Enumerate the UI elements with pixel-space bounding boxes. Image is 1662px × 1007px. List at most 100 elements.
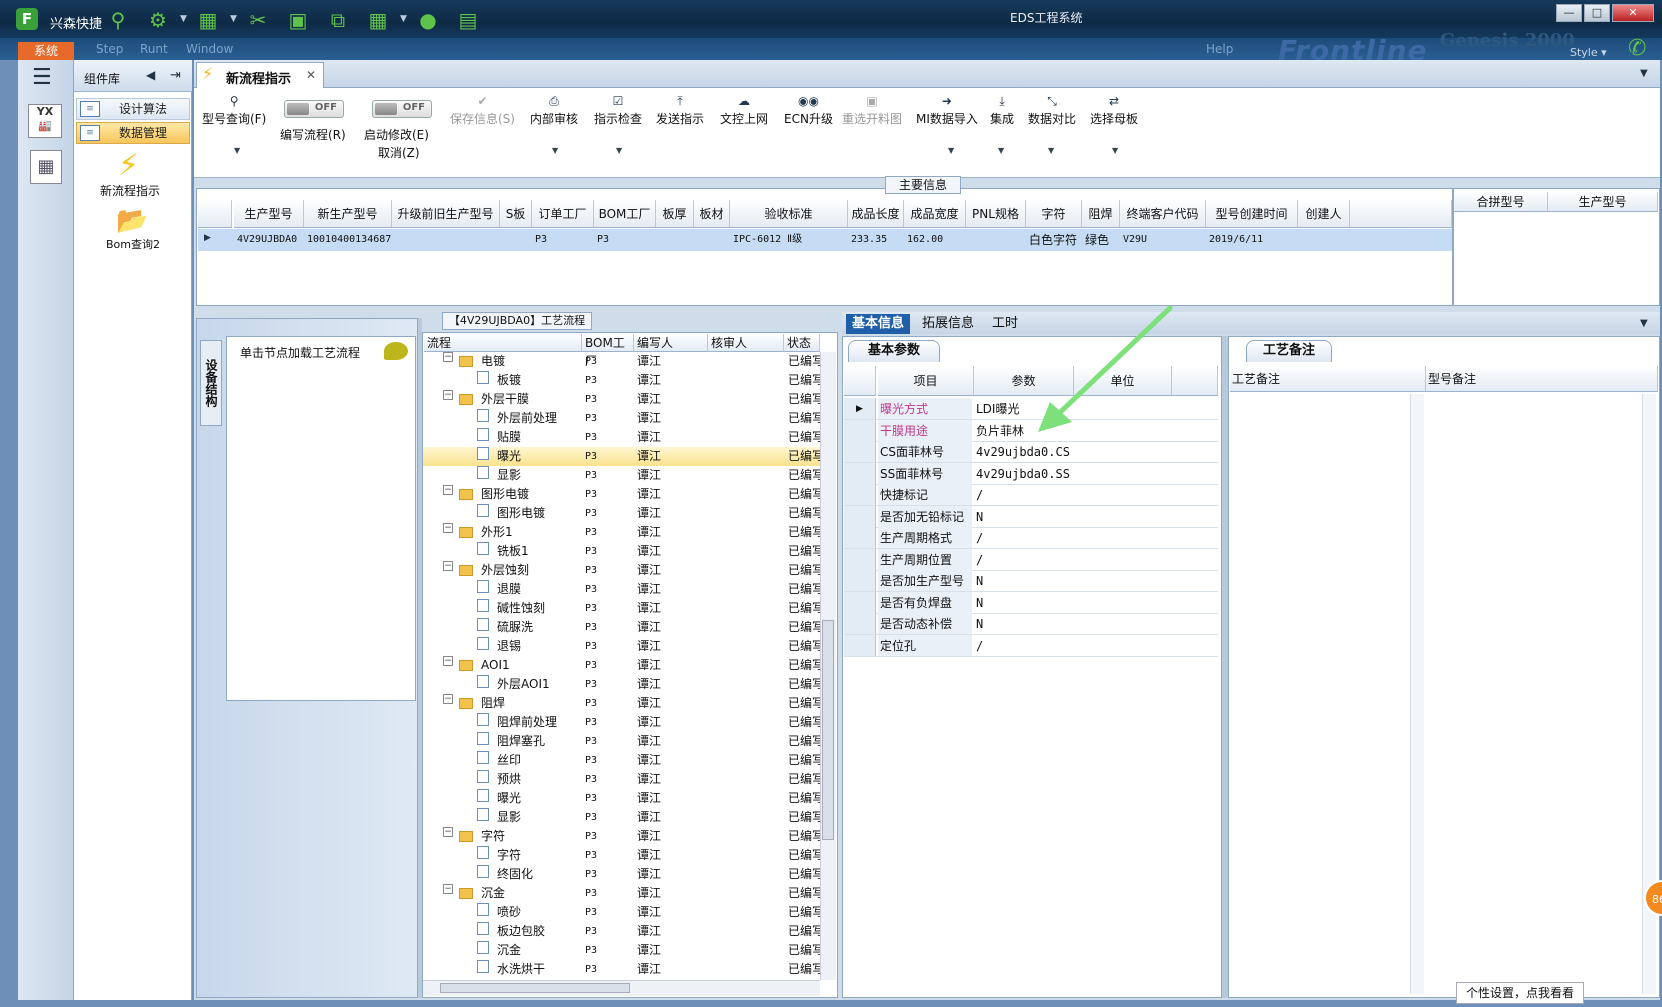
chat-bubble-icon[interactable] <box>384 342 408 360</box>
column-header[interactable]: 终端客户代码 <box>1120 200 1206 228</box>
menu-item-runt[interactable]: Runt <box>140 42 168 56</box>
copy-icon[interactable]: ⧉ <box>326 9 350 31</box>
list-item[interactable]: 丝印 P3 谭江 已编写 <box>423 751 820 770</box>
chevron-down-icon[interactable]: ▼ <box>1112 146 1118 155</box>
edit-flow-toggle[interactable]: OFF <box>284 100 344 118</box>
list-item[interactable]: 阻焊前处理 P3 谭江 已编写 <box>423 713 820 732</box>
list-item[interactable]: 字符 P3 谭江 已编写 <box>423 846 820 865</box>
param-value[interactable]: N <box>976 613 983 635</box>
chevron-down-icon[interactable]: ▼ <box>234 146 240 155</box>
vertical-scrollbar[interactable] <box>1410 394 1424 994</box>
list-item[interactable]: 退膜 P3 谭江 已编写 <box>423 580 820 599</box>
column-header[interactable]: 板材 <box>694 200 730 228</box>
list-item[interactable]: 贴膜 P3 谭江 已编写 <box>423 428 820 447</box>
table-row[interactable]: 生产周期格式 / <box>844 527 1218 549</box>
column-header[interactable]: 阻焊 <box>1082 200 1120 228</box>
tab-process-notes[interactable]: 工艺备注 <box>1246 340 1332 362</box>
lightning-icon[interactable]: ⚡ <box>118 148 139 183</box>
param-value[interactable]: / <box>976 484 983 506</box>
chevron-down-icon[interactable]: ▼ <box>616 146 622 155</box>
personal-settings-button[interactable]: 个性设置，点我看看 <box>1456 982 1584 1004</box>
table-row[interactable]: SS面菲林号 4v29ujbda0.SS <box>844 462 1218 485</box>
column-header[interactable]: 板厚 <box>656 200 694 228</box>
chevron-down-icon[interactable]: ▼ <box>552 146 558 155</box>
close-icon[interactable]: ✕ <box>306 68 316 82</box>
column-header[interactable]: 创建人 <box>1298 200 1350 228</box>
select-mother-board-button[interactable]: ⇄ 选择母板 <box>1090 94 1138 127</box>
column-header[interactable]: BOM工厂 <box>582 334 634 368</box>
column-header[interactable]: 型号创建时间 <box>1206 200 1298 228</box>
search-icon[interactable]: ⚲ <box>106 9 130 31</box>
chevron-down-icon[interactable]: ▼ <box>948 146 954 155</box>
column-header[interactable]: 成品长度 <box>848 200 904 228</box>
maximize-button[interactable]: □ <box>1584 4 1610 22</box>
list-item[interactable]: 曝光 P3 谭江 已编写 <box>423 789 820 808</box>
column-header[interactable]: 升级前旧生产型号 <box>392 200 500 228</box>
column-header[interactable]: BOM工厂 <box>594 200 656 228</box>
list-item[interactable]: 喷砂 P3 谭江 已编写 <box>423 903 820 922</box>
system-menu-tab[interactable]: 系统 <box>18 42 74 60</box>
table-row[interactable]: 是否有负焊盘 N <box>844 591 1218 614</box>
scrollbar-thumb[interactable] <box>822 620 834 840</box>
calculator-icon[interactable]: ▦ <box>30 150 62 184</box>
param-value[interactable]: / <box>976 527 983 549</box>
table-row[interactable]: 是否加生产型号 N <box>844 570 1218 592</box>
param-value[interactable]: / <box>976 549 983 571</box>
grid-corner[interactable] <box>198 200 232 228</box>
list-item[interactable]: − 外层干膜 P3 谭江 已编写 <box>423 390 820 409</box>
column-header[interactable]: 新生产型号 <box>304 200 392 228</box>
integrate-button[interactable]: ⤓ 集成 <box>990 94 1014 127</box>
list-item[interactable]: 硫脲洗 P3 谭江 已编写 <box>423 618 820 637</box>
node-load-panel[interactable] <box>226 336 416 701</box>
minimize-button[interactable]: — <box>1556 4 1582 22</box>
menu-icon[interactable]: ☰ <box>32 67 58 89</box>
save-info-button[interactable]: ✔ 保存信息(S) <box>450 94 515 127</box>
param-value[interactable]: 负片菲林 <box>976 420 1024 442</box>
table-row[interactable]: 定位孔 / <box>844 634 1218 657</box>
chevron-down-icon[interactable]: ▼ <box>1640 318 1648 329</box>
chevron-down-icon[interactable]: ▼ <box>1048 146 1054 155</box>
tree-collapse-icon[interactable]: − <box>443 694 453 704</box>
tab-basic-info[interactable]: 基本信息 <box>846 314 911 334</box>
list-item[interactable]: 阻焊塞孔 P3 谭江 已编写 <box>423 732 820 751</box>
list-item[interactable]: − 外形1 P3 谭江 已编写 <box>423 523 820 542</box>
list-item[interactable]: − 字符 P3 谭江 已编写 <box>423 827 820 846</box>
scissors-icon[interactable]: ✂ <box>246 9 270 31</box>
shortcut-bom-query[interactable]: Bom查询2 <box>106 236 160 252</box>
list-item[interactable]: 曝光 P3 谭江 已编写 <box>423 447 820 466</box>
list-item[interactable]: 外层前处理 P3 谭江 已编写 <box>423 409 820 428</box>
mi-import-button[interactable]: ➜ MI数据导入 <box>916 94 978 127</box>
list-item[interactable]: − 图形电镀 P3 谭江 已编写 <box>423 485 820 504</box>
upload-doc-button[interactable]: ☁ 文控上网 <box>720 94 768 127</box>
list-item[interactable]: − 外层蚀刻 P3 谭江 已编写 <box>423 561 820 580</box>
column-header[interactable]: PNL规格 <box>966 200 1026 228</box>
list-item[interactable]: 图形电镀 P3 谭江 已编写 <box>423 504 820 523</box>
tab-device-structure[interactable]: 设备结构 <box>200 340 222 426</box>
list-item[interactable]: − 电镀 P3 谭江 已编写 <box>423 352 820 371</box>
tree-collapse-icon[interactable]: − <box>443 523 453 533</box>
list-item[interactable]: − 阻焊 P3 谭江 已编写 <box>423 694 820 713</box>
send-instruction-button[interactable]: ⤒ 发送指示 <box>656 94 704 127</box>
table-row[interactable]: 快捷标记 / <box>844 484 1218 506</box>
folder-icon[interactable]: 📂 <box>116 206 148 236</box>
back-icon[interactable]: ◀ <box>146 68 155 82</box>
chevron-down-icon[interactable]: ▼ <box>180 14 187 24</box>
table-icon[interactable]: ▦ <box>366 9 390 31</box>
tree-collapse-icon[interactable]: − <box>443 390 453 400</box>
data-compare-button[interactable]: ⤡ 数据对比 <box>1028 94 1076 127</box>
close-button[interactable]: ✕ <box>1612 4 1654 22</box>
list-item[interactable]: 铣板1 P3 谭江 已编写 <box>423 542 820 561</box>
list-item[interactable]: 显影 P3 谭江 已编写 <box>423 466 820 485</box>
column-header[interactable]: 订单工厂 <box>532 200 594 228</box>
menu-item-window[interactable]: Window <box>186 42 233 56</box>
chevron-down-icon[interactable]: ▼ <box>230 14 237 24</box>
list-item[interactable]: 水洗烘干 P3 谭江 已编写 <box>423 960 820 979</box>
column-header[interactable]: 成品宽度 <box>904 200 966 228</box>
tree-collapse-icon[interactable]: − <box>443 561 453 571</box>
menu-item-help[interactable]: Help <box>1206 42 1233 56</box>
instruction-check-button[interactable]: ☑ 指示检查 <box>594 94 642 127</box>
column-header[interactable]: 合拼型号 <box>1454 192 1548 212</box>
pin-icon[interactable]: ⇥ <box>170 68 181 83</box>
tab-extended-info[interactable]: 拓展信息 <box>916 314 980 334</box>
cancel-label[interactable]: 取消(Z) <box>378 144 420 161</box>
